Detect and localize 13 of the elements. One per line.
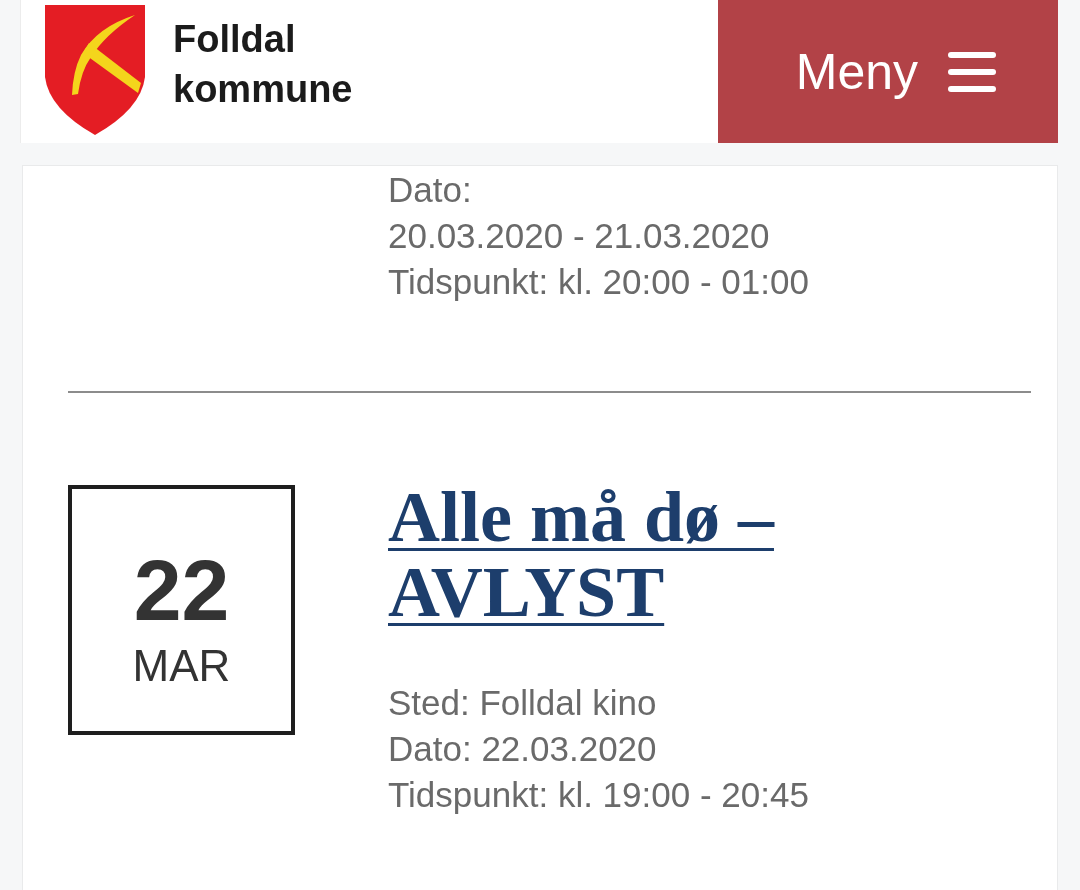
- event-title-link[interactable]: Alle må dø – AVLYST: [388, 480, 818, 630]
- event-detail-text: Tidspunkt: kl. 20:00 - 01:00: [388, 261, 809, 303]
- menu-button[interactable]: Meny: [718, 0, 1058, 143]
- event-detail-text: Tidspunkt: kl. 19:00 - 20:45: [388, 774, 809, 816]
- event-detail-text: 20.03.2020 - 21.03.2020: [388, 215, 771, 257]
- menu-icon: [948, 51, 996, 92]
- site-name: Folldal kommune: [173, 16, 353, 112]
- event-detail-text: Dato:: [388, 169, 473, 211]
- event-detail-text: Dato: 22.03.2020: [388, 728, 658, 770]
- day-number: 22: [133, 545, 230, 635]
- month-label: MAR: [132, 641, 231, 691]
- coat-of-arms-logo[interactable]: [45, 4, 145, 135]
- event-detail-text: Sted: Folldal kino: [388, 682, 658, 724]
